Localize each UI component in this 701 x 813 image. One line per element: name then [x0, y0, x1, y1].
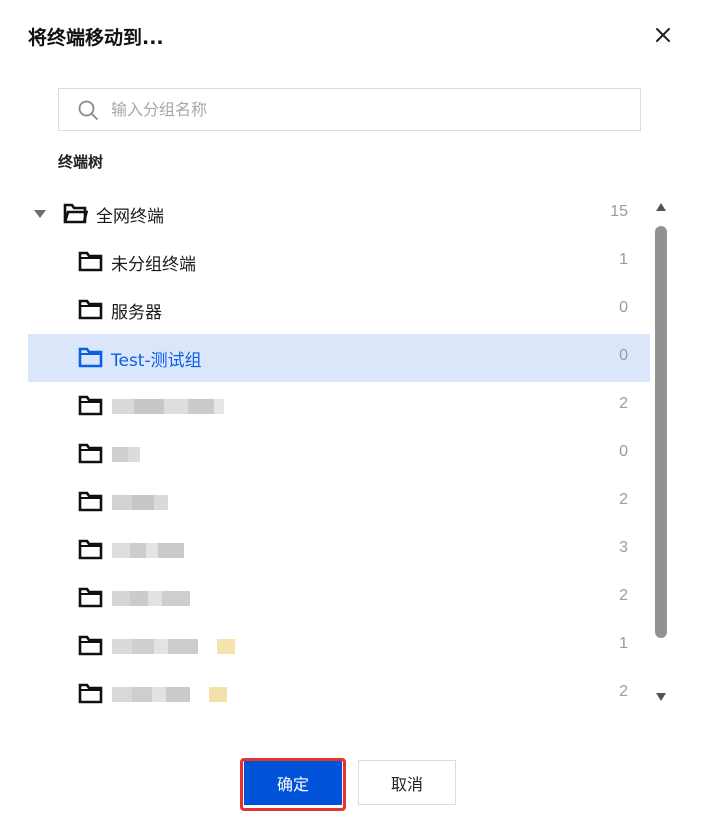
- tree-node-count: 2: [619, 683, 628, 700]
- redacted-label: [112, 639, 236, 654]
- folder-icon: [78, 683, 103, 704]
- tree-node[interactable]: 3: [28, 526, 650, 574]
- tree-node-count: 2: [619, 395, 628, 412]
- folder-icon: [78, 635, 103, 656]
- search-input[interactable]: [111, 89, 631, 130]
- scroll-down-arrow-icon[interactable]: [655, 692, 667, 702]
- redacted-label: [112, 447, 140, 462]
- tree-node[interactable]: 2: [28, 574, 650, 622]
- folder-icon: [78, 491, 103, 512]
- tree-node[interactable]: 1: [28, 622, 650, 670]
- terminal-tree: 全网终端 15 未分组终端 1 服务器 0 Test-测试组 0 2 0 2 3…: [28, 190, 650, 710]
- search-icon: [78, 100, 98, 120]
- scrollbar-thumb[interactable]: [655, 226, 667, 638]
- cancel-button[interactable]: 取消: [358, 760, 456, 805]
- tree-node-count: 0: [619, 299, 628, 316]
- scroll-up-arrow-icon[interactable]: [655, 202, 667, 212]
- redacted-label: [112, 495, 168, 510]
- tree-node-root[interactable]: 全网终端 15: [28, 190, 650, 238]
- folder-icon: [78, 251, 103, 272]
- tree-node[interactable]: 未分组终端 1: [28, 238, 650, 286]
- folder-icon: [78, 395, 103, 416]
- tree-node-count: 3: [619, 539, 628, 556]
- folder-icon: [78, 443, 103, 464]
- search-box: [58, 88, 641, 131]
- tree-node-count: 0: [619, 443, 628, 460]
- tree-node[interactable]: 2: [28, 382, 650, 430]
- folder-icon: [78, 299, 103, 320]
- tree-node-count: 15: [610, 203, 628, 220]
- close-icon[interactable]: [652, 24, 674, 46]
- tree-node[interactable]: 2: [28, 670, 650, 718]
- tree-node[interactable]: 2: [28, 478, 650, 526]
- redacted-label: [112, 399, 224, 414]
- tree-scrollbar[interactable]: [650, 196, 672, 710]
- tree-node[interactable]: 0: [28, 430, 650, 478]
- tree-node-label: 全网终端: [96, 207, 164, 227]
- tree-node-count: 1: [619, 251, 628, 268]
- folder-open-icon: [63, 203, 88, 224]
- tree-node-count: 0: [619, 347, 628, 364]
- tree-node-label: Test-测试组: [111, 351, 202, 371]
- tree-node-label: 未分组终端: [111, 255, 196, 275]
- dialog-title: 将终端移动到...: [28, 27, 164, 49]
- redacted-label: [112, 687, 228, 702]
- tree-node-count: 2: [619, 491, 628, 508]
- tree-node[interactable]: 服务器 0: [28, 286, 650, 334]
- tree-node-selected[interactable]: Test-测试组 0: [28, 334, 650, 382]
- folder-icon: [78, 539, 103, 560]
- redacted-label: [112, 591, 190, 606]
- folder-icon: [78, 587, 103, 608]
- caret-down-icon[interactable]: [33, 209, 47, 219]
- folder-icon: [78, 347, 103, 368]
- redacted-label: [112, 543, 184, 558]
- tree-heading: 终端树: [58, 153, 104, 171]
- tree-node-count: 2: [619, 587, 628, 604]
- confirm-button[interactable]: 确定: [244, 760, 342, 805]
- tree-node-label: 服务器: [111, 303, 162, 323]
- tree-node-count: 1: [619, 635, 628, 652]
